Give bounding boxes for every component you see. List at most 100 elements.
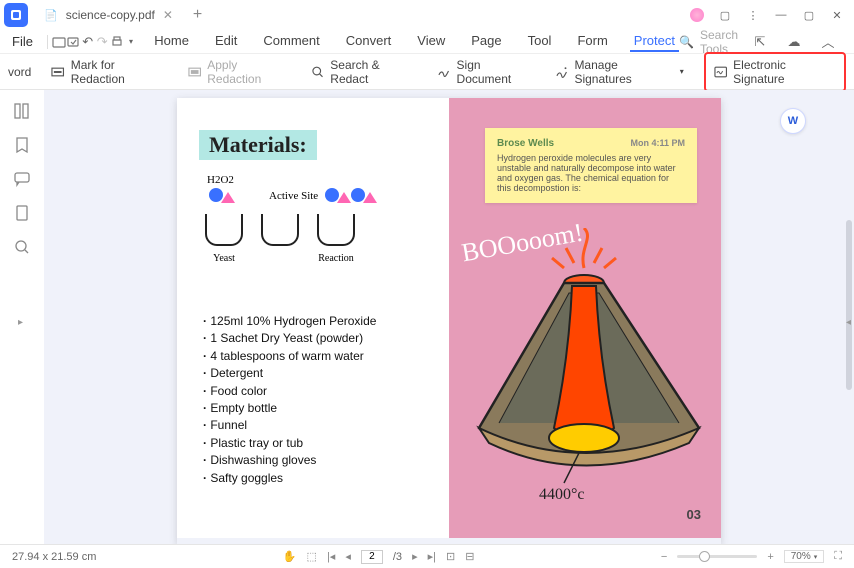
collapse-icon[interactable]: ︿ [816,30,840,54]
menubar: File ↶ ↷ ▾ Home Edit Comment Convert Vie… [0,30,854,54]
share-icon[interactable]: ⇱ [748,30,772,54]
search-redact-label: Search & Redact [330,58,417,86]
mark-redaction-button[interactable]: Mark for Redaction [51,58,167,86]
apply-redaction-icon [188,65,201,79]
zoom-percent-dropdown[interactable]: 70%▾ [784,550,825,563]
file-menu[interactable]: File [8,34,43,49]
undo-icon[interactable]: ↶ [80,30,94,54]
cloud-icon[interactable]: ☁ [782,30,806,54]
prev-page-icon[interactable]: ◂ [345,550,351,563]
bookmarks-icon[interactable] [13,136,31,154]
search-icon: 🔍 [679,35,694,49]
reaction-diagram: H2O2 Active Site Yeast Reaction [205,176,405,276]
print-icon[interactable] [109,30,123,54]
fit-page-icon[interactable]: ⊡ [446,550,455,563]
volcano-svg [459,228,709,508]
manage-signatures-label: Manage Signatures [574,58,673,86]
attachments-icon[interactable] [13,204,31,222]
materials-heading: Materials: [199,130,317,160]
word-badge-label: W [788,115,798,127]
convert-word-badge[interactable]: W [780,108,806,134]
tab-comment[interactable]: Comment [259,31,323,52]
zoom-value: 70% [791,551,811,562]
temperature-label: 4400°c [539,486,585,504]
new-tab-button[interactable]: + [193,6,202,24]
list-item: 125ml 10% Hydrogen Peroxide [203,313,376,330]
tab-home[interactable]: Home [150,31,193,52]
select-tool-icon[interactable]: ⬚ [307,550,317,563]
list-item: Dishwashing gloves [203,452,376,469]
tab-protect[interactable]: Protect [630,31,679,52]
electronic-signature-label: Electronic Signature [733,58,836,86]
active-site-label: Active Site [269,190,318,202]
last-page-icon[interactable]: ▸| [428,550,436,563]
comment-note[interactable]: Brose Wells Mon 4:11 PM Hydrogen peroxid… [485,128,697,203]
save-icon[interactable] [66,30,80,54]
apply-redaction-button: Apply Redaction [188,58,291,86]
statusbar: 27.94 x 21.59 cm ✋ ⬚ |◂ ◂ /3 ▸ ▸| ⊡ ⊟ − … [0,544,854,568]
next-page-icon[interactable]: ▸ [412,550,418,563]
tab-title: science-copy.pdf [66,8,155,22]
separator [47,35,48,49]
zoom-slider[interactable] [677,555,757,558]
expand-left-panel[interactable]: ▸ [18,302,26,342]
close-tab-icon[interactable]: ✕ [163,8,173,22]
dropdown-icon[interactable]: ▾ [124,30,138,54]
app-logo [4,3,28,27]
page-left: Materials: H2O2 Active Site Yeast Reacti [177,98,449,538]
tab-tool[interactable]: Tool [524,31,556,52]
sign-icon [437,65,450,79]
zoom-in-icon[interactable]: + [767,551,773,563]
chevron-down-icon: ▾ [680,67,684,76]
list-item: Safty goggles [203,470,376,487]
search-panel-icon[interactable] [13,238,31,256]
workspace: ▸ W ◂ Materials: H2O2 Active Site [0,90,854,544]
fullscreen-icon[interactable]: ⛶ [834,550,842,563]
first-page-icon[interactable]: |◂ [327,550,335,563]
notification-icon[interactable]: ▢ [718,8,732,22]
redo-icon[interactable]: ↷ [95,30,109,54]
page-total: /3 [393,551,402,563]
file-icon: 📄 [44,9,58,22]
tab-page[interactable]: Page [467,31,505,52]
note-body: Hydrogen peroxide molecules are very uns… [497,153,685,193]
thumbnails-icon[interactable] [13,102,31,120]
sign-document-label: Sign Document [457,58,536,86]
truncated-item[interactable]: vord [8,65,31,79]
open-icon[interactable] [52,30,66,54]
sign-document-button[interactable]: Sign Document [437,58,535,86]
list-item: Plastic tray or tub [203,435,376,452]
tab-form[interactable]: Form [573,31,611,52]
document-tab[interactable]: 📄 science-copy.pdf ✕ [36,4,181,26]
document-canvas[interactable]: W ◂ Materials: H2O2 Active Site [44,90,854,544]
reaction-label: Reaction [317,253,355,264]
zoom-thumb[interactable] [699,551,710,562]
tab-convert[interactable]: Convert [342,31,396,52]
search-redact-icon [311,65,324,79]
apply-redaction-label: Apply Redaction [207,58,291,86]
zoom-out-icon[interactable]: − [661,551,667,563]
tab-view[interactable]: View [413,31,449,52]
comments-icon[interactable] [13,170,31,188]
fit-width-icon[interactable]: ⊟ [465,550,474,563]
manage-signatures-button[interactable]: Manage Signatures ▾ [555,58,684,86]
volcano-illustration: BOOooom! 4400°c 03 [449,198,721,538]
tab-edit[interactable]: Edit [211,31,241,52]
left-sidebar: ▸ [0,90,44,544]
ai-orb-icon[interactable] [690,8,704,22]
titlebar: 📄 science-copy.pdf ✕ + ▢ ⋮ — ▢ ✕ [0,0,854,30]
close-window-button[interactable]: ✕ [830,8,844,22]
kebab-menu-icon[interactable]: ⋮ [746,8,760,22]
minimize-button[interactable]: — [774,8,788,22]
hand-tool-icon[interactable]: ✋ [283,550,297,563]
list-item: 1 Sachet Dry Yeast (powder) [203,330,376,347]
search-redact-button[interactable]: Search & Redact [311,58,417,86]
list-item: Funnel [203,417,376,434]
list-item: Empty bottle [203,400,376,417]
page-number-input[interactable] [361,550,383,564]
manage-sig-icon [555,65,568,79]
vertical-scrollbar[interactable] [846,220,852,390]
h2o2-label: H2O2 [207,174,234,186]
expand-right-panel[interactable]: ◂ [846,317,854,357]
maximize-button[interactable]: ▢ [802,8,816,22]
